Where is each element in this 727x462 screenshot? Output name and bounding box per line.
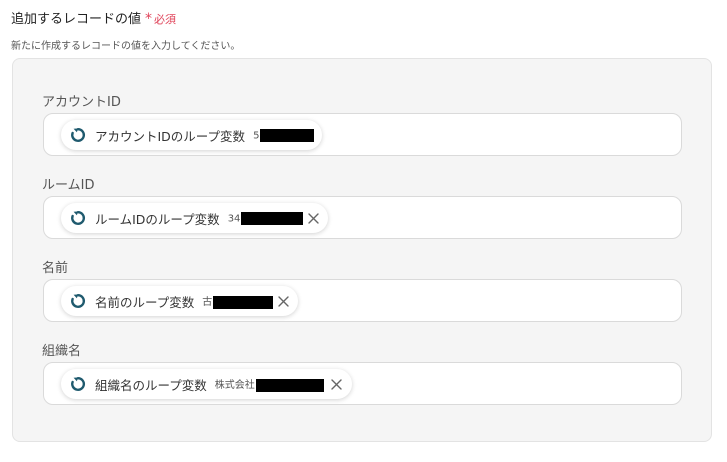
close-icon[interactable] bbox=[330, 377, 344, 391]
close-icon[interactable] bbox=[276, 294, 290, 308]
record-values-form: 追加するレコードの値 * 必須 新たに作成するレコードの値を入力してください。 アカ… bbox=[0, 0, 727, 462]
variable-chip-organization[interactable]: 組織名のループ変数 株式会社 bbox=[61, 369, 352, 399]
redaction-bar bbox=[241, 211, 304, 225]
field-label-account-id: アカウントID bbox=[42, 95, 121, 110]
section-description: 新たに作成するレコードの値を入力してください。 bbox=[11, 41, 241, 52]
chip-value-preview: 5 bbox=[253, 128, 315, 142]
required-label: 必須 bbox=[154, 13, 177, 26]
field-input-room-id[interactable]: ルームIDのループ変数 34 bbox=[43, 196, 682, 239]
loop-refresh-icon bbox=[69, 126, 87, 144]
chip-value-prefix: 34 bbox=[227, 213, 241, 224]
section-title: 追加するレコードの値 * 必須 bbox=[11, 8, 176, 27]
field-input-name[interactable]: 名前のループ変数 古 bbox=[43, 279, 682, 322]
redaction-bar bbox=[213, 295, 274, 309]
chip-value-preview: 株式会社 bbox=[215, 376, 324, 392]
section-title-text: 追加するレコードの値 bbox=[11, 12, 142, 27]
chip-value-preview: 古 bbox=[202, 293, 274, 309]
chip-value-prefix: 5 bbox=[253, 130, 260, 141]
field-label-name: 名前 bbox=[42, 261, 69, 276]
loop-refresh-icon bbox=[69, 375, 87, 393]
field-label-room-id: ルームID bbox=[42, 178, 95, 193]
required-asterisk: * bbox=[145, 11, 153, 27]
field-input-organization[interactable]: 組織名のループ変数 株式会社 bbox=[43, 362, 682, 405]
fields-panel: アカウントID アカウントIDのループ変数 5 ルームID ルームIDのループ変… bbox=[12, 58, 712, 442]
chip-label: ルームIDのループ変数 bbox=[95, 211, 220, 227]
variable-chip-account-id[interactable]: アカウントIDのループ変数 5 bbox=[61, 120, 323, 150]
close-icon[interactable] bbox=[306, 211, 320, 225]
loop-refresh-icon bbox=[69, 292, 87, 310]
chip-value-preview: 34 bbox=[227, 211, 304, 225]
variable-chip-name[interactable]: 名前のループ変数 古 bbox=[61, 286, 299, 316]
chip-value-prefix: 株式会社 bbox=[214, 380, 255, 392]
variable-chip-room-id[interactable]: ルームIDのループ変数 34 bbox=[61, 203, 329, 233]
chip-label: 名前のループ変数 bbox=[95, 294, 195, 310]
field-label-organization: 組織名 bbox=[42, 344, 82, 359]
redaction-bar bbox=[255, 378, 324, 392]
loop-refresh-icon bbox=[69, 209, 87, 227]
chip-label: アカウントIDのループ変数 bbox=[95, 128, 246, 144]
field-input-account-id[interactable]: アカウントIDのループ変数 5 bbox=[43, 113, 682, 156]
redaction-bar bbox=[260, 128, 315, 142]
chip-label: 組織名のループ変数 bbox=[95, 377, 207, 393]
chip-value-prefix: 古 bbox=[202, 297, 213, 309]
